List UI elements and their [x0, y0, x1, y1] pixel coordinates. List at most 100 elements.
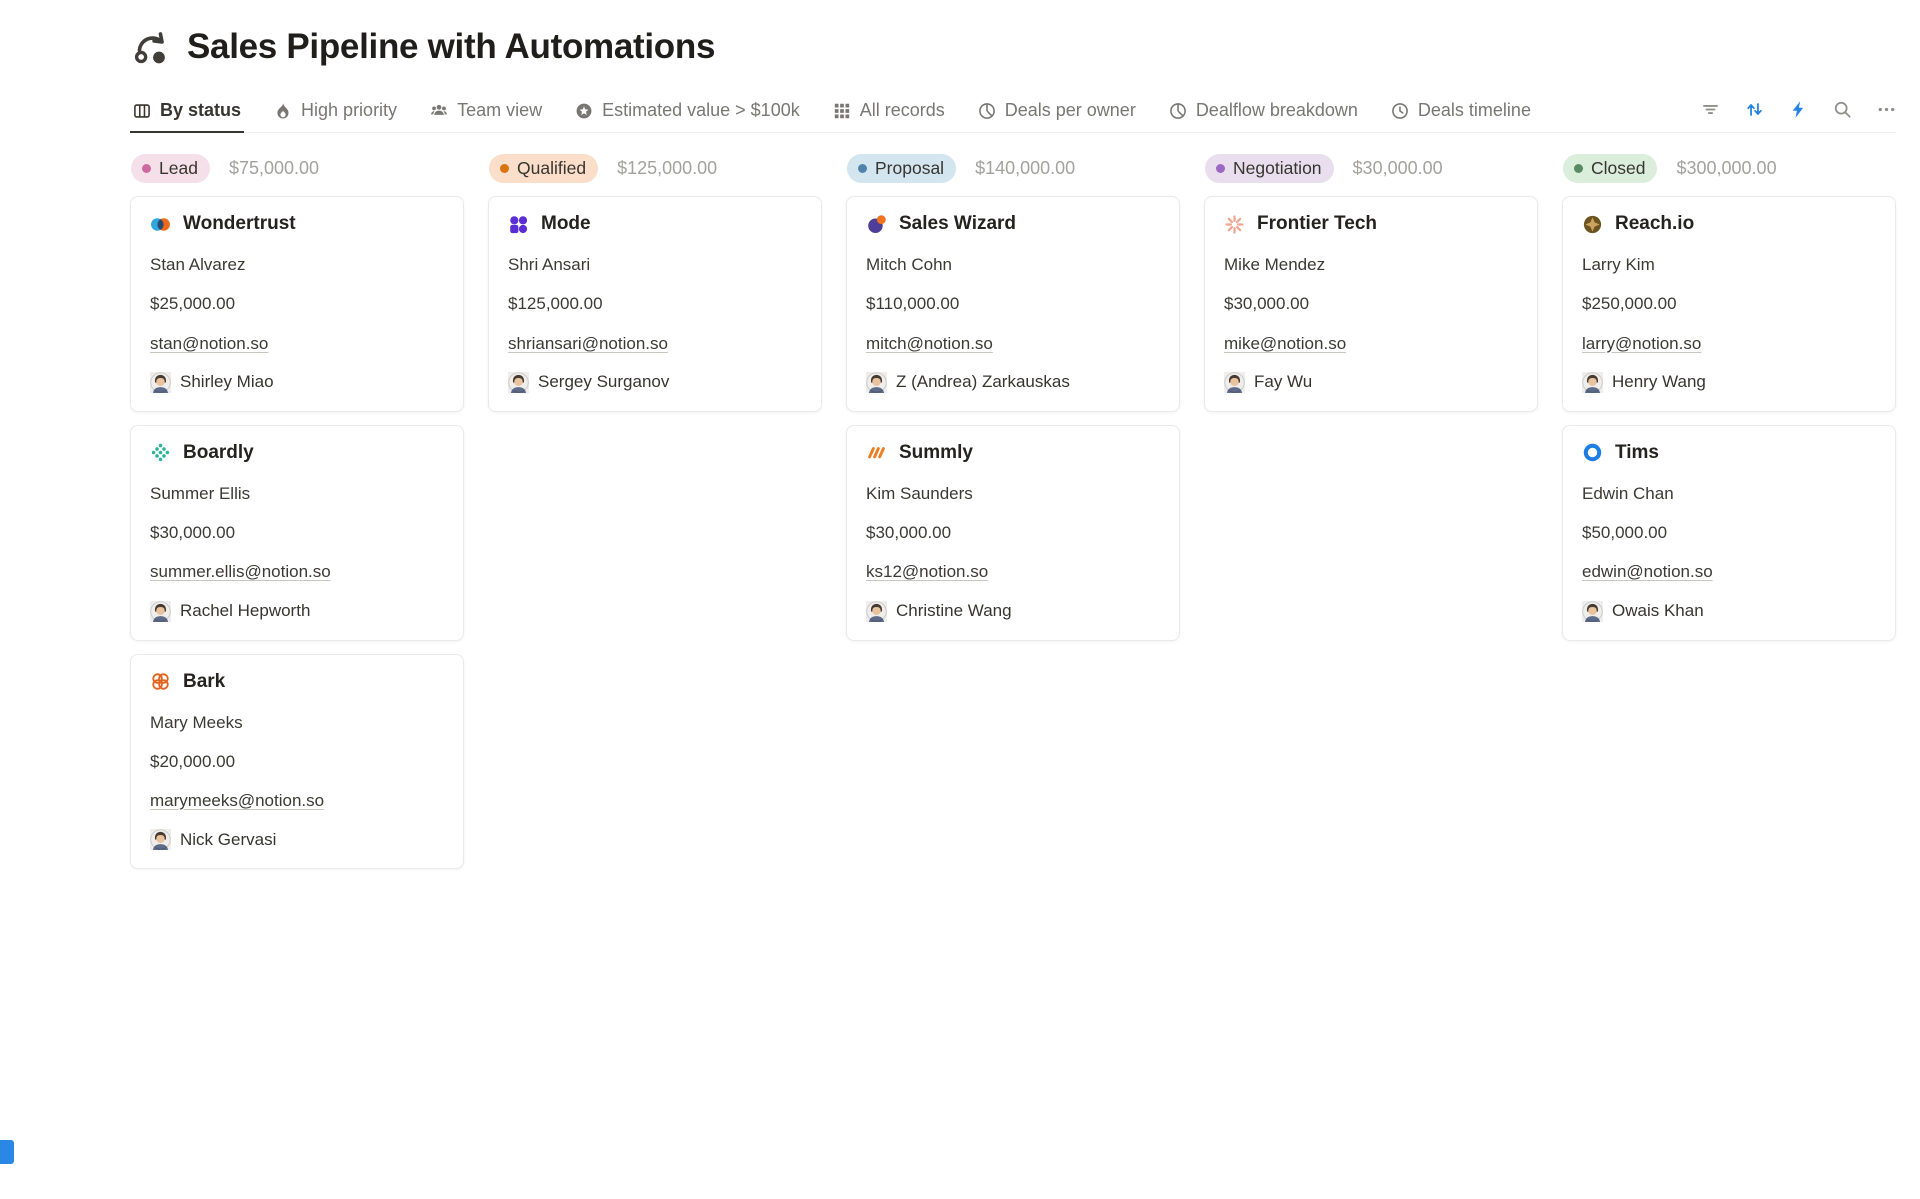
- left-edge-blue-marker: [0, 1140, 14, 1164]
- tims-logo-icon: [1582, 442, 1603, 463]
- column-negotiation: Negotiation $30,000.00 Frontier Tech Mik…: [1204, 154, 1538, 882]
- kanban-board: Lead $75,000.00 Wondertrust Stan Alvarez…: [130, 154, 1896, 882]
- board-icon: [133, 102, 151, 120]
- avatar: [150, 601, 171, 622]
- avatar: [150, 829, 171, 850]
- column-total: $125,000.00: [617, 158, 717, 179]
- avatar: [866, 372, 887, 393]
- tab-deals-timeline[interactable]: Deals timeline: [1388, 92, 1534, 133]
- tab-all-records[interactable]: All records: [830, 92, 948, 133]
- column-header: Qualified $125,000.00: [488, 154, 822, 183]
- deal-card-reach-io[interactable]: Reach.io Larry Kim $250,000.00 larry@not…: [1562, 196, 1896, 412]
- tab-label: Dealflow breakdown: [1196, 100, 1358, 121]
- deal-card-boardly[interactable]: Boardly Summer Ellis $30,000.00 summer.e…: [130, 425, 464, 641]
- owner-name: Rachel Hepworth: [180, 601, 310, 621]
- deal-card-summly[interactable]: Summly Kim Saunders $30,000.00 ks12@noti…: [846, 425, 1180, 641]
- card-company-name: Boardly: [183, 442, 254, 464]
- column-total: $75,000.00: [229, 158, 319, 179]
- tab-label: Estimated value > $100k: [602, 100, 800, 121]
- deal-card-mode[interactable]: Mode Shri Ansari $125,000.00 shriansari@…: [488, 196, 822, 412]
- card-company-name: Wondertrust: [183, 213, 296, 235]
- automation-arrow-icon: [130, 26, 172, 68]
- clock-icon: [1391, 102, 1409, 120]
- status-label: Lead: [159, 158, 198, 179]
- owner-name: Fay Wu: [1254, 372, 1312, 392]
- column-lead: Lead $75,000.00 Wondertrust Stan Alvarez…: [130, 154, 464, 882]
- card-company-name: Summly: [899, 442, 973, 464]
- card-email-link[interactable]: edwin@notion.so: [1582, 561, 1876, 582]
- more-icon[interactable]: [1877, 100, 1896, 119]
- view-toolbar: [1701, 100, 1896, 125]
- tab-deals-per-owner[interactable]: Deals per owner: [975, 92, 1139, 133]
- automation-bolt-icon[interactable]: [1789, 100, 1808, 119]
- tab-label: By status: [160, 100, 241, 121]
- card-email-link[interactable]: mike@notion.so: [1224, 333, 1518, 354]
- status-dot-icon: [500, 164, 509, 173]
- search-icon[interactable]: [1833, 100, 1852, 119]
- avatar: [1224, 372, 1245, 393]
- pie-chart-icon: [978, 102, 996, 120]
- card-contact: Edwin Chan: [1582, 483, 1876, 504]
- owner-name: Z (Andrea) Zarkauskas: [896, 372, 1070, 392]
- deal-card-wondertrust[interactable]: Wondertrust Stan Alvarez $25,000.00 stan…: [130, 196, 464, 412]
- avatar: [866, 601, 887, 622]
- card-owner[interactable]: Nick Gervasi: [150, 829, 444, 850]
- status-badge[interactable]: Closed: [1563, 154, 1657, 183]
- mode-logo-icon: [508, 214, 529, 235]
- card-email-link[interactable]: shriansari@notion.so: [508, 333, 802, 354]
- view-tab-bar: By status High priority Team view Estima…: [130, 92, 1896, 133]
- deal-card-bark[interactable]: Bark Mary Meeks $20,000.00 marymeeks@not…: [130, 654, 464, 870]
- tab-label: Deals timeline: [1418, 100, 1531, 121]
- flame-icon: [274, 102, 292, 120]
- tab-label: All records: [860, 100, 945, 121]
- team-icon: [430, 102, 448, 120]
- tab-by-status[interactable]: By status: [130, 92, 244, 133]
- sort-icon[interactable]: [1745, 100, 1764, 119]
- deal-card-tims[interactable]: Tims Edwin Chan $50,000.00 edwin@notion.…: [1562, 425, 1896, 641]
- avatar: [1582, 372, 1603, 393]
- owner-name: Sergey Surganov: [538, 372, 669, 392]
- avatar: [150, 372, 171, 393]
- card-owner[interactable]: Sergey Surganov: [508, 372, 802, 393]
- column-header: Closed $300,000.00: [1562, 154, 1896, 183]
- status-badge[interactable]: Proposal: [847, 154, 956, 183]
- tab-team-view[interactable]: Team view: [427, 92, 545, 133]
- card-contact: Stan Alvarez: [150, 254, 444, 275]
- filter-icon[interactable]: [1701, 100, 1720, 119]
- deal-card-sales-wizard[interactable]: Sales Wizard Mitch Cohn $110,000.00 mitc…: [846, 196, 1180, 412]
- sales-pipeline-page: Sales Pipeline with Automations By statu…: [0, 0, 1920, 882]
- card-value: $110,000.00: [866, 293, 1160, 314]
- frontier-tech-logo-icon: [1224, 214, 1245, 235]
- status-badge[interactable]: Qualified: [489, 154, 598, 183]
- tab-label: Team view: [457, 100, 542, 121]
- owner-name: Nick Gervasi: [180, 830, 276, 850]
- deal-card-frontier-tech[interactable]: Frontier Tech Mike Mendez $30,000.00 mik…: [1204, 196, 1538, 412]
- page-title: Sales Pipeline with Automations: [187, 27, 715, 67]
- card-company-name: Frontier Tech: [1257, 213, 1377, 235]
- bark-logo-icon: [150, 671, 171, 692]
- card-contact: Mary Meeks: [150, 712, 444, 733]
- tab-dealflow-breakdown[interactable]: Dealflow breakdown: [1166, 92, 1361, 133]
- card-email-link[interactable]: stan@notion.so: [150, 333, 444, 354]
- card-contact: Mitch Cohn: [866, 254, 1160, 275]
- card-owner[interactable]: Shirley Miao: [150, 372, 444, 393]
- card-owner[interactable]: Christine Wang: [866, 601, 1160, 622]
- card-owner[interactable]: Owais Khan: [1582, 601, 1876, 622]
- card-owner[interactable]: Henry Wang: [1582, 372, 1876, 393]
- card-contact: Summer Ellis: [150, 483, 444, 504]
- tab-estimated-value[interactable]: Estimated value > $100k: [572, 92, 803, 133]
- card-email-link[interactable]: larry@notion.so: [1582, 333, 1876, 354]
- card-email-link[interactable]: summer.ellis@notion.so: [150, 561, 444, 582]
- status-badge[interactable]: Lead: [131, 154, 210, 183]
- card-owner[interactable]: Rachel Hepworth: [150, 601, 444, 622]
- card-value: $30,000.00: [1224, 293, 1518, 314]
- card-owner[interactable]: Z (Andrea) Zarkauskas: [866, 372, 1160, 393]
- tab-high-priority[interactable]: High priority: [271, 92, 400, 133]
- wondertrust-logo-icon: [150, 214, 171, 235]
- status-dot-icon: [142, 164, 151, 173]
- status-badge[interactable]: Negotiation: [1205, 154, 1334, 183]
- card-email-link[interactable]: ks12@notion.so: [866, 561, 1160, 582]
- card-email-link[interactable]: mitch@notion.so: [866, 333, 1160, 354]
- card-owner[interactable]: Fay Wu: [1224, 372, 1518, 393]
- card-email-link[interactable]: marymeeks@notion.so: [150, 790, 444, 811]
